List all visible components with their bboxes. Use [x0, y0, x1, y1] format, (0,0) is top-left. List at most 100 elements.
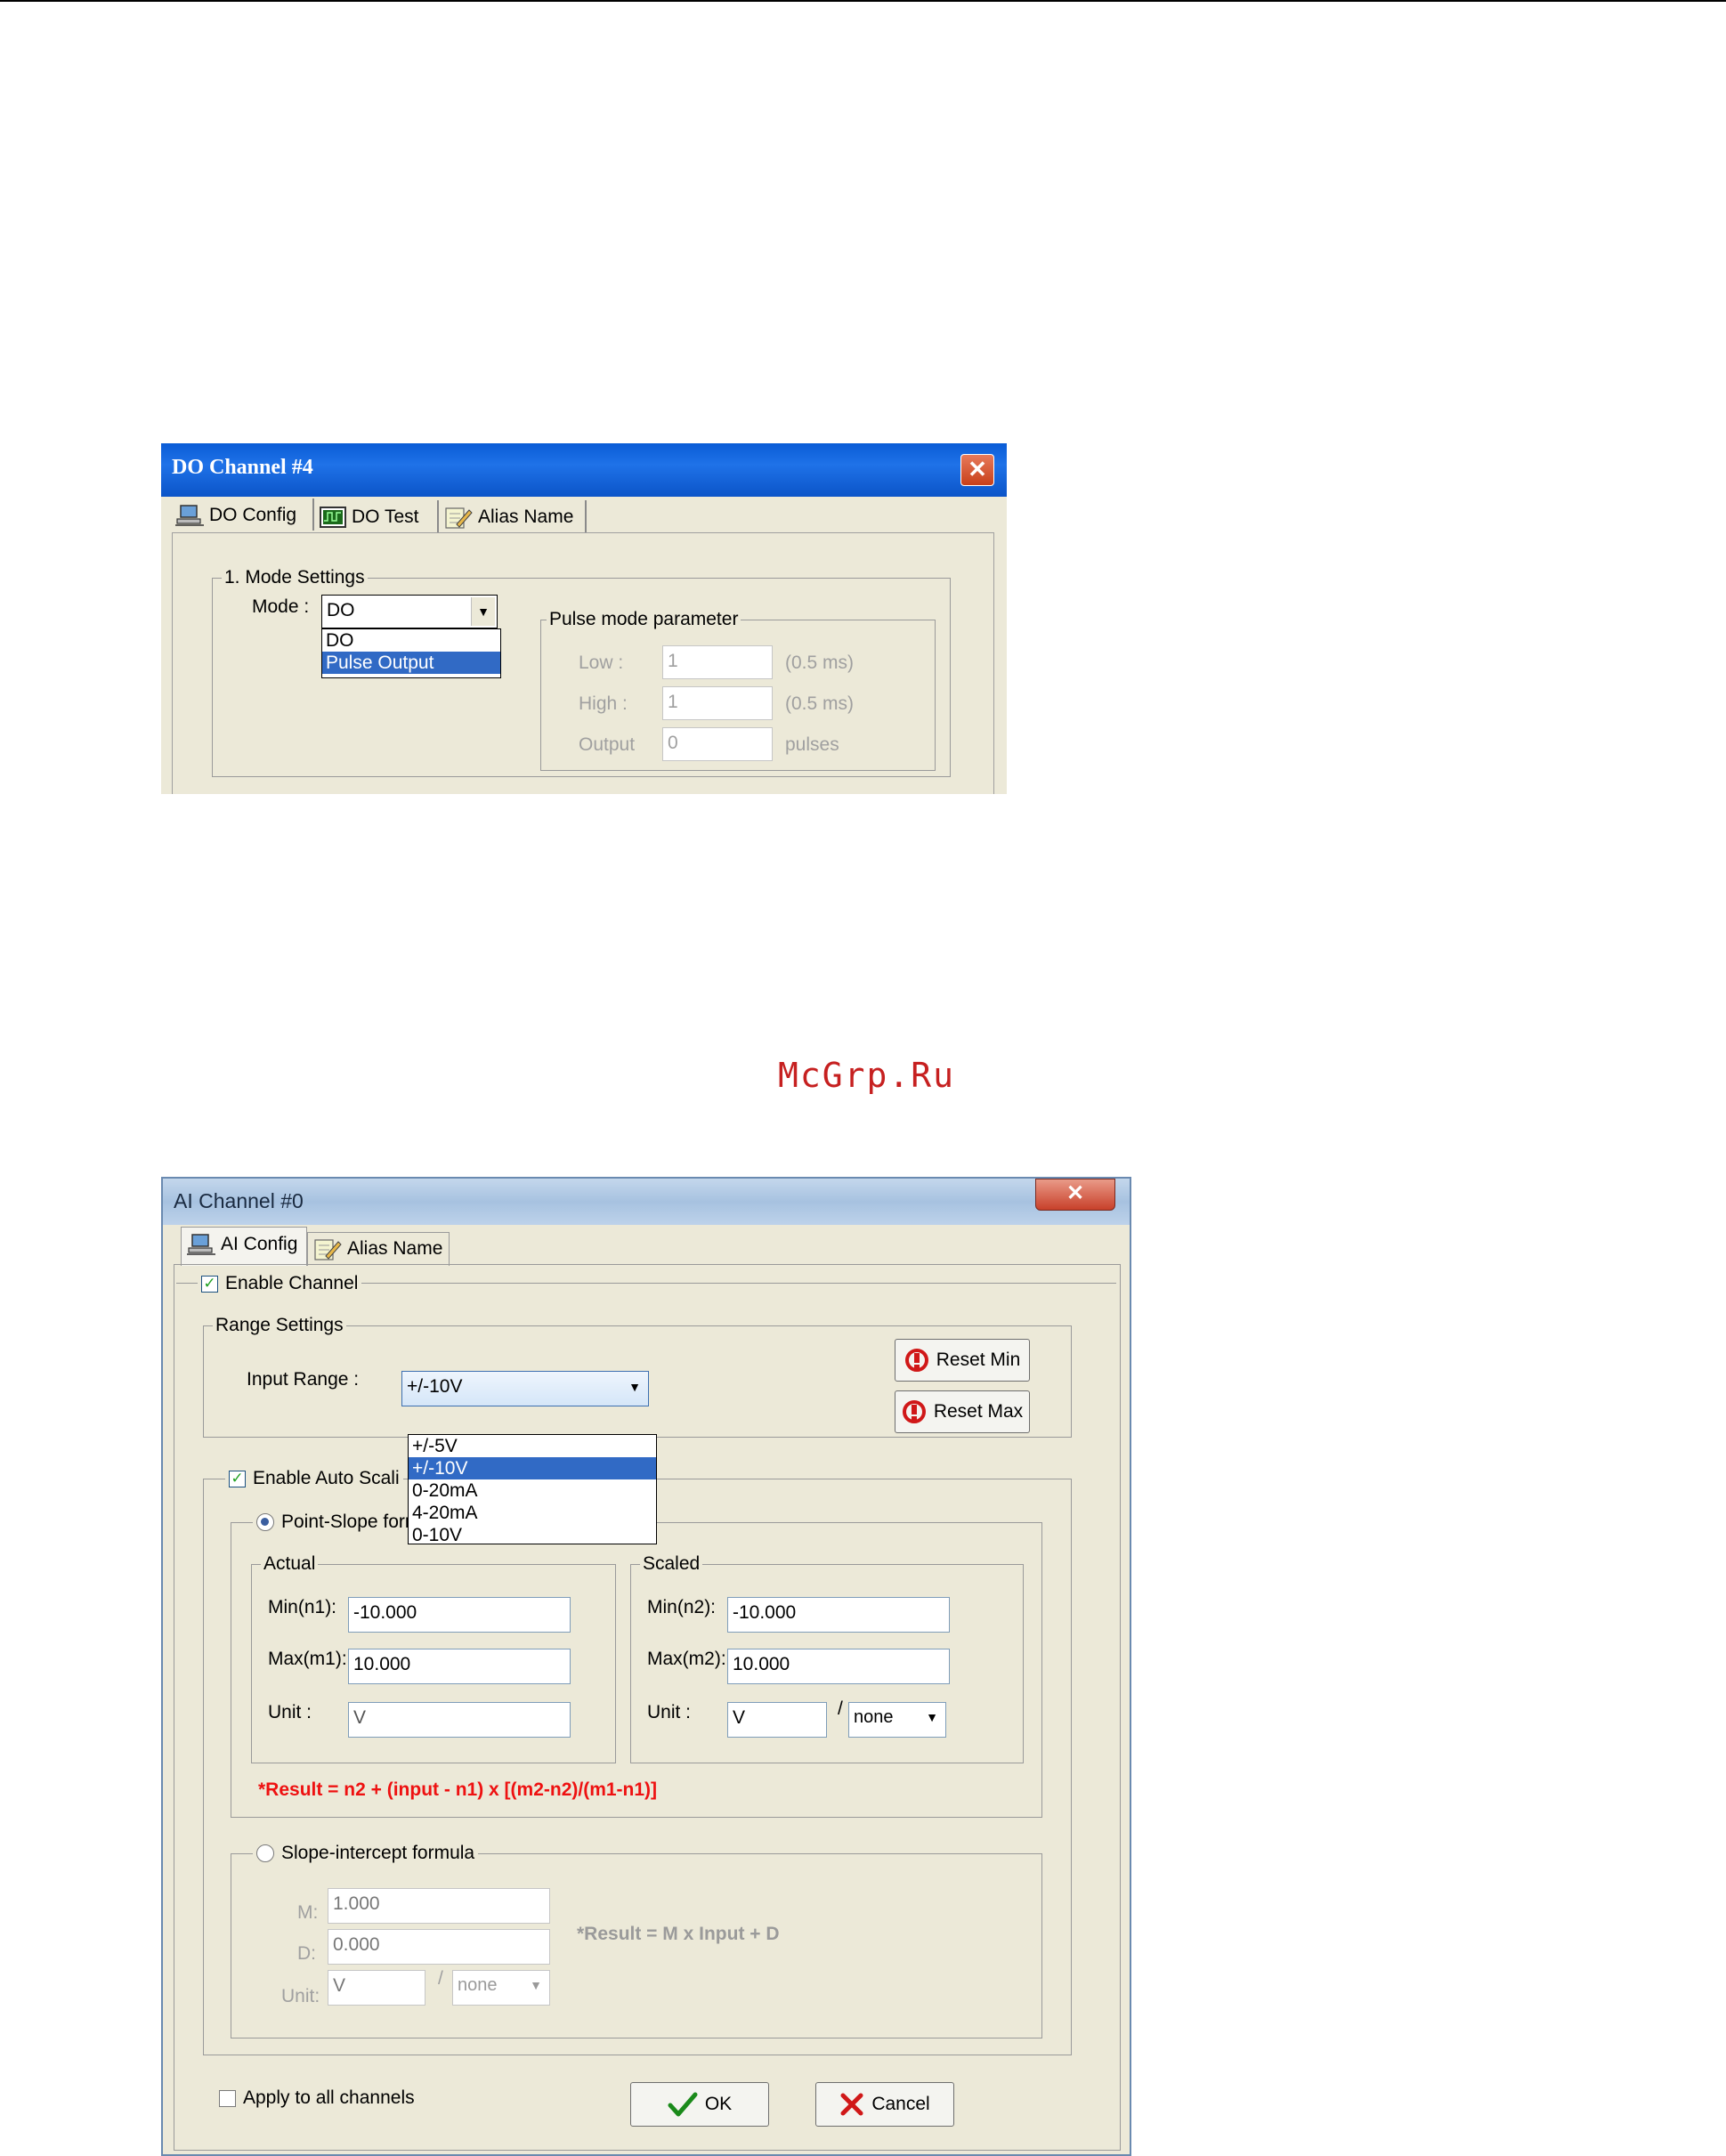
min-n2-input[interactable]: -10.000: [727, 1597, 950, 1633]
tab-do-test[interactable]: DO Test: [320, 500, 418, 534]
tab-separator: [437, 500, 439, 532]
edit-note-icon: [314, 1239, 342, 1260]
d-label: D:: [297, 1943, 316, 1964]
reset-max-button[interactable]: Reset Max: [895, 1390, 1030, 1433]
edit-note-icon: [445, 507, 473, 529]
si-unit-input[interactable]: V: [328, 1970, 425, 2006]
si-per-dropdown[interactable]: none ▼: [452, 1970, 550, 2006]
min-n1-input[interactable]: -10.000: [348, 1597, 571, 1633]
do-tab-panel: 1. Mode Settings Mode : DO ▼ DO Pulse Ou…: [172, 532, 994, 794]
tab-label: DO Config: [209, 505, 297, 525]
chevron-down-icon[interactable]: ▼: [530, 1971, 542, 1999]
tab-alias-name[interactable]: Alias Name: [307, 1232, 450, 1266]
ok-button[interactable]: OK: [630, 2082, 769, 2127]
watermark: McGrp.Ru: [778, 1056, 956, 1095]
slope-intercept-label: Slope-intercept formula: [281, 1843, 475, 1863]
high-label: High :: [579, 693, 628, 714]
range-settings-group: Range Settings Input Range : +/-10V ▼ Re…: [203, 1314, 1072, 1438]
cancel-button[interactable]: Cancel: [815, 2082, 954, 2127]
max-m1-label: Max(m1):: [268, 1649, 347, 1669]
network-computer-icon: [175, 505, 204, 526]
slope-intercept-result: *Result = M x Input + D: [577, 1924, 780, 1944]
oscilloscope-icon: [320, 507, 346, 528]
dropdown-option[interactable]: DO: [322, 629, 500, 652]
ai-dialog-titlebar[interactable]: AI Channel #0 ✕: [163, 1179, 1130, 1225]
auto-scaling-label: Enable Auto Scali: [253, 1468, 400, 1488]
d-input[interactable]: 0.000: [328, 1929, 550, 1965]
chevron-down-icon[interactable]: ▼: [628, 1372, 641, 1402]
checkmark-icon: [668, 2092, 698, 2117]
actual-unit-label: Unit :: [268, 1702, 312, 1722]
slope-intercept-option[interactable]: Slope-intercept formula: [253, 1841, 479, 1866]
mode-dropdown[interactable]: DO ▼: [321, 595, 498, 628]
auto-scaling-group: ✓ Enable Auto Scali Point-Slope formula …: [203, 1466, 1072, 2055]
si-per-value: none: [458, 1975, 498, 1995]
tab-label: Alias Name: [478, 507, 574, 527]
tab-separator: [585, 500, 587, 532]
mode-settings-group: 1. Mode Settings Mode : DO ▼ DO Pulse Ou…: [212, 566, 951, 777]
dropdown-option[interactable]: 0-20mA: [409, 1479, 656, 1502]
tab-alias-name[interactable]: Alias Name: [444, 500, 573, 534]
scaled-unit-input[interactable]: V: [727, 1702, 827, 1738]
actual-unit-input[interactable]: V: [348, 1702, 571, 1738]
enable-channel-toggle[interactable]: ✓ Enable Channel: [198, 1271, 362, 1296]
reset-min-label: Reset Min: [936, 1350, 1021, 1370]
output-input[interactable]: 0: [662, 727, 773, 761]
scaled-per-value: none: [854, 1707, 894, 1727]
close-icon[interactable]: ✕: [1035, 1179, 1115, 1211]
reset-max-label: Reset Max: [933, 1401, 1024, 1422]
auto-scaling-toggle[interactable]: ✓ Enable Auto Scali: [225, 1466, 403, 1491]
ok-label: OK: [704, 2094, 733, 2114]
actual-group: Actual Min(n1): -10.000 Max(m1): 10.000 …: [251, 1552, 616, 1763]
input-range-dropdown[interactable]: +/-10V ▼: [401, 1371, 649, 1406]
dropdown-option-selected[interactable]: Pulse Output: [322, 652, 500, 674]
si-unit-label: Unit:: [281, 1986, 320, 2006]
tab-do-config[interactable]: DO Config: [175, 498, 296, 532]
low-unit: (0.5 ms): [785, 652, 855, 673]
input-range-dropdown-list: +/-5V +/-10V 0-20mA 4-20mA 0-10V: [408, 1434, 657, 1546]
auto-scaling-checkbox[interactable]: ✓: [229, 1470, 246, 1487]
reset-min-button[interactable]: Reset Min: [895, 1339, 1030, 1382]
dropdown-option[interactable]: 0-10V: [409, 1524, 656, 1546]
scaled-per-dropdown[interactable]: none ▼: [848, 1702, 946, 1738]
dropdown-option[interactable]: 4-20mA: [409, 1502, 656, 1524]
tab-label: DO Test: [352, 507, 419, 527]
high-unit: (0.5 ms): [785, 693, 855, 714]
mode-settings-legend: 1. Mode Settings: [222, 566, 368, 589]
chevron-down-icon[interactable]: ▼: [471, 597, 495, 626]
do-dialog-title: DO Channel #4: [172, 456, 313, 479]
pulse-mode-group: Pulse mode parameter Low : 1 (0.5 ms) Hi…: [540, 608, 936, 771]
tab-label: AI Config: [221, 1234, 298, 1254]
apply-all-label: Apply to all channels: [243, 2087, 415, 2108]
enable-channel-label: Enable Channel: [225, 1273, 359, 1293]
point-slope-group: Point-Slope formula Actual Min(n1): -10.…: [231, 1510, 1042, 1818]
scaled-legend: Scaled: [640, 1552, 703, 1576]
page-top-rule: [0, 0, 1726, 2]
enable-channel-checkbox[interactable]: ✓: [201, 1275, 218, 1293]
m-input[interactable]: 1.000: [328, 1888, 550, 1924]
mode-label: Mode :: [252, 596, 310, 617]
chevron-down-icon[interactable]: ▼: [926, 1703, 938, 1731]
apply-all-checkbox[interactable]: [219, 2089, 236, 2107]
close-icon[interactable]: ✕: [960, 454, 994, 486]
point-slope-radio[interactable]: [256, 1513, 274, 1531]
do-dialog-titlebar[interactable]: DO Channel #4 ✕: [161, 443, 1007, 497]
tab-ai-config[interactable]: AI Config: [181, 1227, 307, 1266]
mode-value: DO: [327, 600, 355, 620]
network-computer-icon: [187, 1234, 215, 1255]
max-m2-input[interactable]: 10.000: [727, 1649, 950, 1684]
apply-all-toggle[interactable]: Apply to all channels: [219, 2087, 415, 2109]
cancel-x-icon: [840, 2093, 863, 2116]
mode-dropdown-list: DO Pulse Output: [321, 628, 501, 678]
reset-icon: [902, 1400, 926, 1423]
m-label: M:: [297, 1902, 319, 1923]
tab-label: Alias Name: [347, 1238, 443, 1259]
high-input[interactable]: 1: [662, 686, 773, 720]
low-input[interactable]: 1: [662, 645, 773, 679]
dropdown-option-selected[interactable]: +/-10V: [409, 1457, 656, 1479]
max-m1-input[interactable]: 10.000: [348, 1649, 571, 1684]
max-m2-label: Max(m2):: [647, 1649, 726, 1669]
cancel-label: Cancel: [871, 2094, 930, 2114]
dropdown-option[interactable]: +/-5V: [409, 1435, 656, 1457]
slope-intercept-radio[interactable]: [256, 1844, 274, 1862]
